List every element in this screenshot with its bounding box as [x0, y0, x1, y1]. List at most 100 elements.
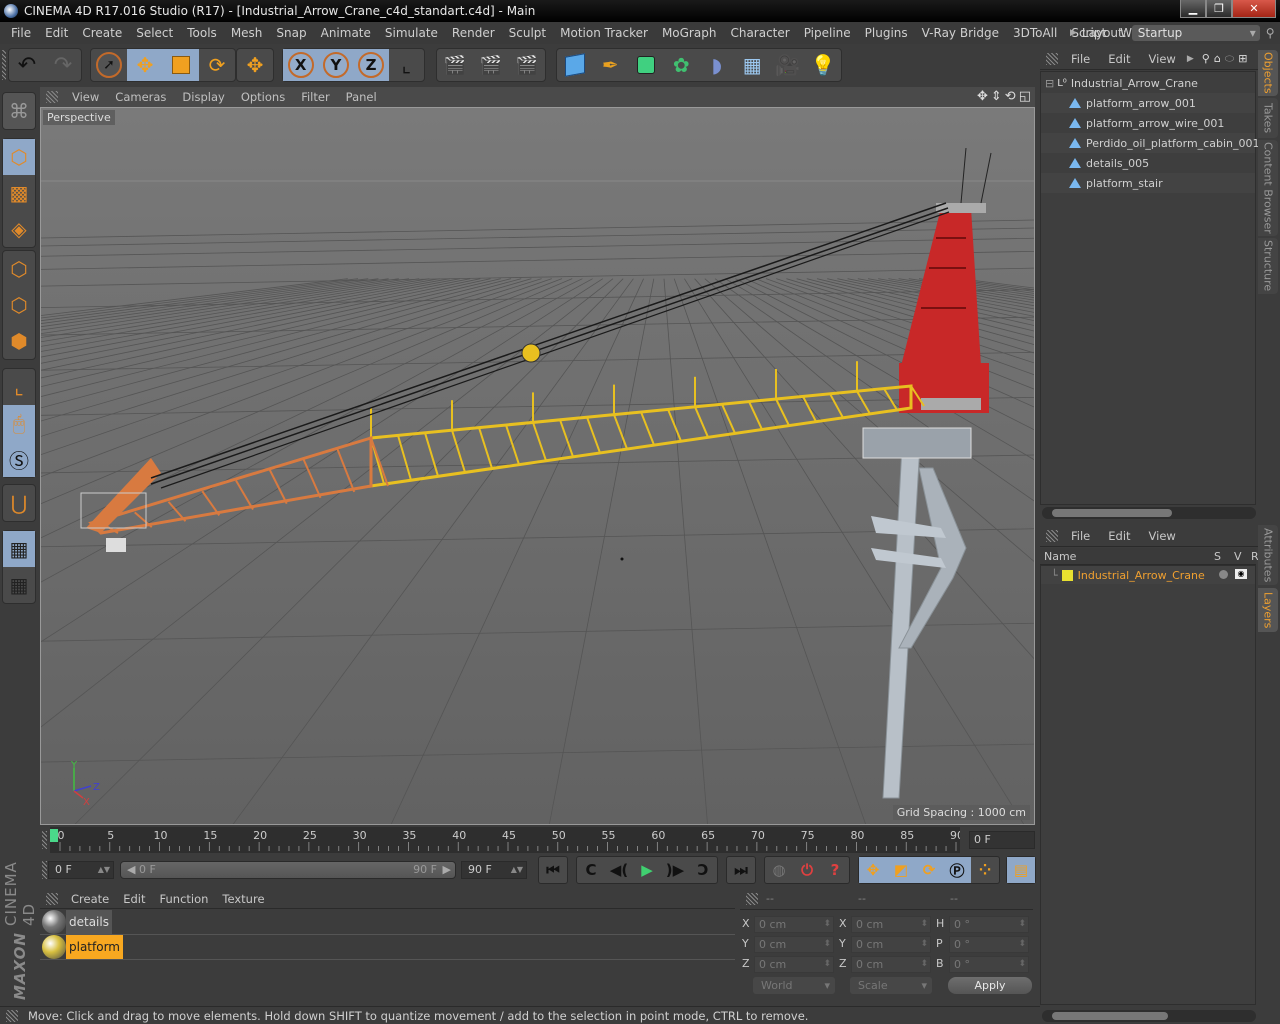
menu-mograph[interactable]: MoGraph [655, 26, 724, 40]
new-view-icon[interactable]: ⊞ [1238, 52, 1247, 65]
menu-render[interactable]: Render [445, 26, 502, 40]
menu-tools[interactable]: Tools [180, 26, 224, 40]
object-menu-file[interactable]: File [1062, 52, 1099, 66]
pen-spline-icon[interactable]: ✒ [593, 49, 629, 81]
snap-icon[interactable]: ⋃ [3, 485, 35, 521]
material-menu-texture[interactable]: Texture [215, 892, 271, 906]
more-menu-arrow-icon[interactable]: ▶ [1187, 54, 1194, 64]
z-axis-lock-icon[interactable]: Z [353, 49, 389, 81]
play-icon[interactable]: ▶ [633, 857, 661, 883]
viewport-menu-cameras[interactable]: Cameras [107, 90, 174, 104]
viewport-menu-panel[interactable]: Panel [338, 90, 385, 104]
column-solo[interactable]: S [1214, 550, 1221, 563]
next-frame-icon[interactable]: )▶ [661, 857, 689, 883]
visibility-eye-icon[interactable]: ◉ [1235, 569, 1247, 579]
toggle-panel-icon[interactable]: ◱ [1019, 89, 1031, 104]
material-item[interactable]: details [40, 910, 735, 935]
menu-motion-tracker[interactable]: Motion Tracker [553, 26, 655, 40]
coordinate-mode-dropdown[interactable]: World [753, 977, 835, 994]
tree-item-root[interactable]: ⊟ L⁰ Industrial_Arrow_Crane [1041, 73, 1255, 93]
move-icon[interactable]: ✥ [127, 49, 163, 81]
previous-frame-icon[interactable]: ◀( [605, 857, 633, 883]
workplane-mode-icon[interactable]: ◈ [3, 211, 35, 247]
column-name[interactable]: Name [1044, 550, 1076, 563]
keyframe-selection-icon[interactable]: ? [821, 857, 849, 883]
undo-icon[interactable]: ↶ [9, 49, 45, 81]
pos-x-field[interactable]: 0 cm [754, 916, 834, 933]
scrollbar-thumb[interactable] [1052, 1012, 1168, 1020]
tree-item[interactable]: Perdido_oil_platform_cabin_001 [1041, 133, 1259, 153]
menu-snap[interactable]: Snap [269, 26, 313, 40]
axis-mode-icon[interactable]: ⌞ [3, 369, 35, 405]
layer-horizontal-scrollbar[interactable] [1042, 1010, 1256, 1022]
edges-mode-icon[interactable]: ⬡ [3, 287, 35, 323]
current-frame-field[interactable]: 0 F [969, 831, 1035, 849]
viewport-menu-view[interactable]: View [64, 90, 107, 104]
timeline-ruler[interactable]: 0 5 10 15 20 25 30 35 40 45 50 55 60 65 70 75 80 85 90 [50, 827, 960, 853]
apply-button[interactable]: Apply [948, 977, 1032, 994]
layout-dropdown[interactable]: Startup [1131, 25, 1260, 41]
next-key-icon[interactable]: Ͻ [689, 857, 717, 883]
3d-viewport[interactable]: Y Z X Perspective Grid Spacing : 1000 cm [40, 107, 1035, 825]
scrollbar-thumb[interactable] [1052, 509, 1172, 517]
viewport-menu-display[interactable]: Display [174, 90, 232, 104]
cube-icon[interactable] [557, 49, 593, 81]
scale-icon[interactable] [163, 49, 199, 81]
toolbar-grip[interactable] [2, 50, 6, 80]
tree-item[interactable]: platform_arrow_001 [1041, 93, 1255, 113]
menu-pipeline[interactable]: Pipeline [797, 26, 858, 40]
polygons-mode-icon[interactable]: ⬢ [3, 323, 35, 359]
tree-item[interactable]: platform_stair [1041, 173, 1255, 193]
home-icon[interactable]: ⌂ [1214, 52, 1221, 65]
layer-row[interactable]: └ Industrial_Arrow_Crane ◉ [1041, 566, 1255, 584]
menu-vray-bridge[interactable]: V-Ray Bridge [915, 26, 1006, 40]
layer-menu-edit[interactable]: Edit [1099, 529, 1139, 543]
tab-takes[interactable]: Takes [1258, 98, 1278, 138]
tree-item[interactable]: platform_arrow_wire_001 [1041, 113, 1255, 133]
material-menu-edit[interactable]: Edit [116, 892, 152, 906]
workplane-align-icon[interactable]: ▦ [3, 567, 35, 603]
rot-b-field[interactable]: 0 ° [949, 956, 1029, 973]
tab-content-browser[interactable]: Content Browser [1258, 140, 1278, 236]
collapse-icon[interactable]: ⊟ [1045, 77, 1054, 90]
rot-p-field[interactable]: 0 ° [949, 936, 1029, 953]
transport-grip[interactable] [42, 861, 47, 879]
live-selection-icon[interactable]: ➚ [91, 49, 127, 81]
tab-objects[interactable]: Objects [1258, 50, 1278, 96]
material-menu-create[interactable]: Create [64, 892, 116, 906]
menu-sculpt[interactable]: Sculpt [502, 26, 553, 40]
viewport-menu-options[interactable]: Options [233, 90, 293, 104]
object-menu-edit[interactable]: Edit [1099, 52, 1139, 66]
layer-menu-file[interactable]: File [1062, 529, 1099, 543]
timeline-icon[interactable]: ▤ [1007, 857, 1035, 883]
rot-h-field[interactable]: 0 ° [949, 916, 1029, 933]
frame-range-slider[interactable]: ◀ 0 F 90 F ▶ [120, 861, 456, 879]
menu-create[interactable]: Create [75, 26, 129, 40]
viewport-menu-filter[interactable]: Filter [293, 90, 337, 104]
menu-file[interactable]: File [4, 26, 38, 40]
layer-color-swatch[interactable] [1061, 569, 1073, 581]
end-frame-field[interactable]: 90 F ▲▼ [461, 861, 527, 879]
tweak-mode-icon[interactable]: 🖱 [3, 405, 35, 441]
material-menu-function[interactable]: Function [153, 892, 216, 906]
key-parameter-icon[interactable]: Ⓟ [943, 857, 971, 883]
tab-layers[interactable]: Layers [1258, 588, 1278, 632]
search-icon[interactable]: ⚲ [1266, 26, 1275, 40]
redo-icon[interactable]: ↷ [45, 49, 81, 81]
tab-attributes[interactable]: Attributes [1258, 525, 1278, 585]
key-rotation-icon[interactable]: ⟳ [915, 857, 943, 883]
size-z-field[interactable]: 0 cm [851, 956, 931, 973]
texture-mode-icon[interactable]: ▩ [3, 175, 35, 211]
size-y-field[interactable]: 0 cm [851, 936, 931, 953]
object-horizontal-scrollbar[interactable] [1042, 507, 1256, 519]
layer-menu-view[interactable]: View [1140, 529, 1185, 543]
close-button[interactable]: ✕ [1232, 0, 1276, 18]
menu-character[interactable]: Character [723, 26, 796, 40]
coords-grip[interactable] [746, 893, 758, 905]
floor-icon[interactable]: ▦ [735, 49, 771, 81]
object-manager-grip[interactable] [1046, 52, 1058, 65]
render-settings-icon[interactable]: 🎬 [509, 49, 545, 81]
x-axis-lock-icon[interactable]: X [283, 49, 319, 81]
dolly-view-icon[interactable]: ⇕ [991, 89, 1002, 104]
menu-3dtoall[interactable]: 3DToAll [1006, 26, 1064, 40]
